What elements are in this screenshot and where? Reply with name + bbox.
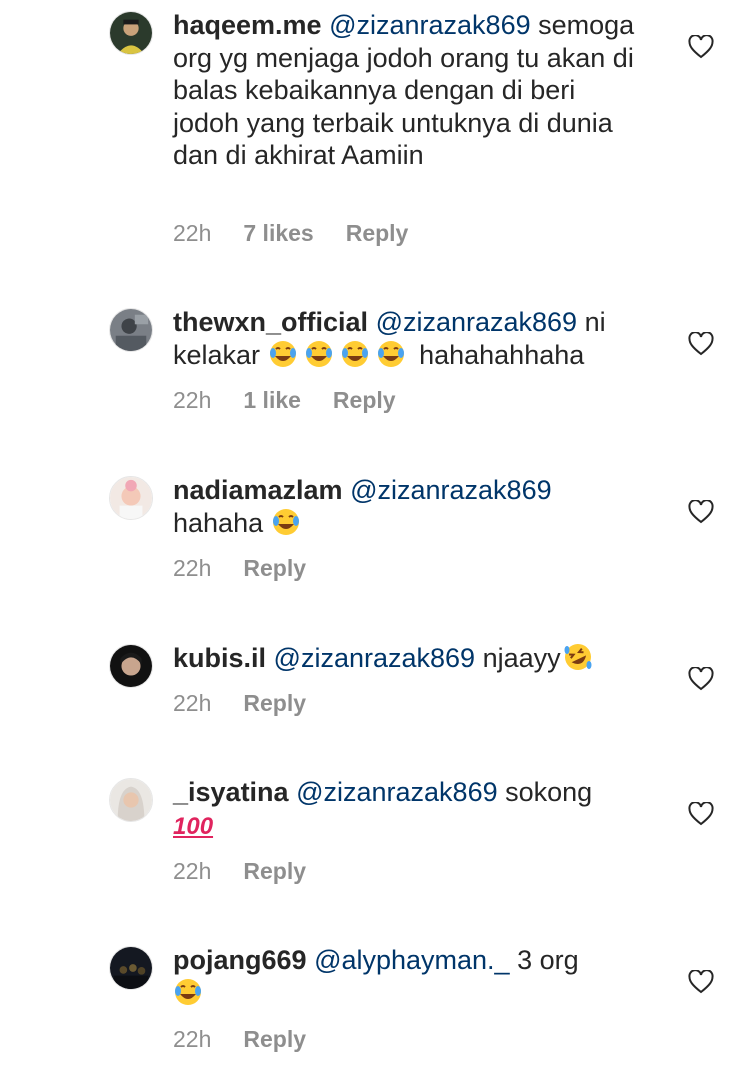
avatar[interactable] (109, 308, 153, 352)
comment-username[interactable]: pojang669 (173, 945, 307, 975)
avatar[interactable] (109, 946, 153, 990)
comment-username[interactable]: kubis.il (173, 643, 266, 673)
comment-item: _isyatina @zizanrazak869 sokong 100 22h R… (0, 770, 756, 910)
comment-meta: 22h 1 like Reply (173, 387, 396, 414)
comment-meta: 22h Reply (173, 858, 306, 885)
comment-text: nadiamazlam @zizanrazak869 hahaha (173, 474, 643, 539)
reply-button[interactable]: Reply (243, 555, 306, 582)
comment-likes[interactable]: 7 likes (243, 220, 313, 247)
comment-text: thewxn_official @zizanrazak869 ni kelaka… (173, 306, 643, 371)
comment-mention[interactable]: @zizanrazak869 (296, 777, 498, 807)
comment-body: 3 org (517, 945, 579, 975)
tears-of-joy-emoji (340, 339, 370, 369)
comment-username[interactable]: thewxn_official (173, 307, 368, 337)
reply-button[interactable]: Reply (346, 220, 409, 247)
comment-likes[interactable]: 1 like (243, 387, 301, 414)
reply-button[interactable]: Reply (243, 858, 306, 885)
comment-text: kubis.il @zizanrazak869 njaayy (173, 642, 643, 675)
comment-item: thewxn_official @zizanrazak869 ni kelaka… (0, 300, 756, 440)
comment-mention[interactable]: @alyphayman._ (314, 945, 510, 975)
comment-mention[interactable]: @zizanrazak869 (376, 307, 578, 337)
comment-meta: 22h 7 likes Reply (173, 220, 408, 247)
heart-outline-icon[interactable] (688, 35, 714, 59)
comment-text: haqeem.me @zizanrazak869 semoga org yg m… (173, 9, 643, 172)
tears-of-joy-emoji (376, 339, 406, 369)
comment-body: njaayy (482, 643, 561, 673)
comment-item: nadiamazlam @zizanrazak869 hahaha 22h Rep… (0, 468, 756, 608)
tears-of-joy-emoji (268, 339, 298, 369)
heart-outline-icon[interactable] (688, 802, 714, 826)
comment-item: haqeem.me @zizanrazak869 semoga org yg m… (0, 0, 756, 270)
comment-item: kubis.il @zizanrazak869 njaayy 22h Reply (0, 636, 756, 746)
heart-outline-icon[interactable] (688, 332, 714, 356)
tears-of-joy-emoji (173, 977, 203, 1007)
comment-time: 22h (173, 858, 212, 884)
comment-text: pojang669 @alyphayman._ 3 org (173, 944, 643, 1009)
comment-text: _isyatina @zizanrazak869 sokong 100 (173, 776, 643, 843)
avatar[interactable] (109, 476, 153, 520)
avatar[interactable] (109, 778, 153, 822)
comment-time: 22h (173, 1026, 212, 1052)
comment-body: hahaha (173, 507, 264, 538)
avatar[interactable] (109, 644, 153, 688)
comment-body: sokong (505, 777, 593, 807)
reply-button[interactable]: Reply (333, 387, 396, 414)
comment-mention[interactable]: @zizanrazak869 (350, 475, 552, 505)
comment-username[interactable]: haqeem.me (173, 10, 322, 40)
heart-outline-icon[interactable] (688, 667, 714, 691)
comment-item: pojang669 @alyphayman._ 3 org 22h Reply (0, 938, 756, 1078)
reply-button[interactable]: Reply (243, 1026, 306, 1053)
hundred-points-emoji: 100 (173, 812, 214, 840)
rolling-on-floor-laughing-emoji (563, 642, 593, 672)
comment-meta: 22h Reply (173, 1026, 306, 1053)
comment-mention[interactable]: @zizanrazak869 (329, 10, 531, 40)
comment-time: 22h (173, 555, 212, 581)
comment-username[interactable]: nadiamazlam (173, 475, 343, 505)
avatar[interactable] (109, 11, 153, 55)
tears-of-joy-emoji (304, 339, 334, 369)
heart-outline-icon[interactable] (688, 970, 714, 994)
comment-body-tail: hahahahhaha (419, 339, 585, 370)
comment-mention[interactable]: @zizanrazak869 (274, 643, 476, 673)
comment-time: 22h (173, 220, 212, 246)
reply-button[interactable]: Reply (243, 690, 306, 717)
comment-time: 22h (173, 387, 212, 413)
comment-username[interactable]: _isyatina (173, 777, 289, 807)
comment-meta: 22h Reply (173, 690, 306, 717)
comment-meta: 22h Reply (173, 555, 306, 582)
heart-outline-icon[interactable] (688, 500, 714, 524)
comment-time: 22h (173, 690, 212, 716)
tears-of-joy-emoji (271, 507, 301, 537)
